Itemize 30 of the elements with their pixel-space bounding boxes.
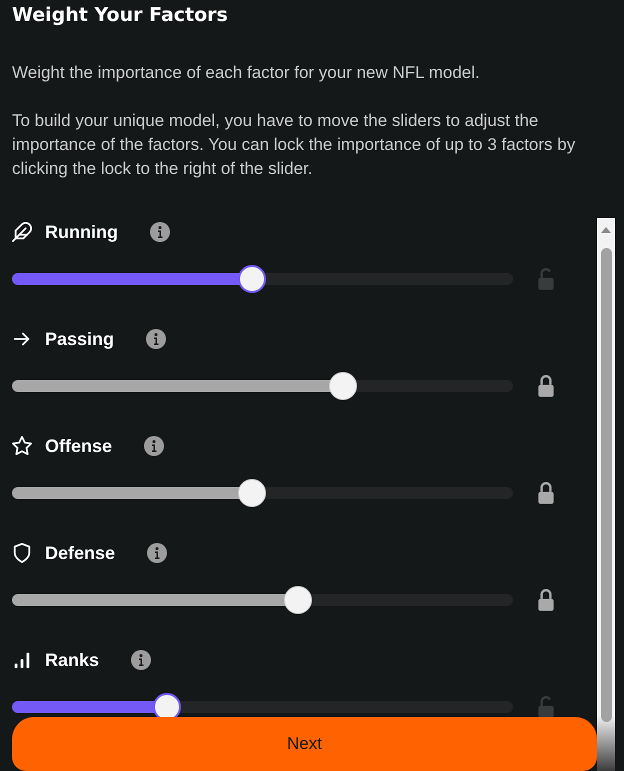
star-icon [12, 436, 32, 456]
info-icon[interactable] [144, 436, 164, 456]
shield-icon [12, 543, 32, 563]
info-icon[interactable] [147, 543, 168, 563]
info-icon[interactable] [146, 329, 166, 349]
bar-chart-icon [12, 650, 32, 670]
scrollbar[interactable] [597, 218, 615, 771]
lock-icon[interactable] [537, 481, 555, 505]
lock-icon[interactable] [537, 588, 555, 612]
page-title: Weight Your Factors [12, 3, 228, 27]
scroll-up-icon[interactable] [601, 227, 611, 233]
info-icon[interactable] [131, 650, 152, 670]
feather-icon [12, 222, 32, 242]
lock-open-icon[interactable] [537, 695, 555, 719]
factor-label: Running [45, 221, 118, 244]
info-icon[interactable] [150, 222, 170, 242]
next-button[interactable]: Next [12, 717, 597, 771]
scrollbar-thumb[interactable] [600, 248, 612, 722]
lock-icon[interactable] [537, 374, 555, 398]
factor-label: Defense [45, 542, 116, 565]
intro-paragraph: Weight the importance of each factor for your new NFL model. [12, 62, 481, 84]
slider-track[interactable] [12, 586, 513, 614]
slider-track[interactable] [12, 372, 513, 400]
slider-track[interactable] [12, 265, 513, 293]
slider-thumb[interactable] [238, 265, 266, 293]
slider-track[interactable] [12, 479, 513, 507]
intro-paragraph: To build your unique model, you have to move the sliders to adjust the importance of the factors. You can lock the importance of up to 3 factors by clicking the lock to the right of the slider. [12, 110, 576, 180]
factor-label: Passing [45, 328, 114, 351]
factor-label: Ranks [45, 649, 100, 672]
factor-label: Offense [45, 435, 112, 458]
